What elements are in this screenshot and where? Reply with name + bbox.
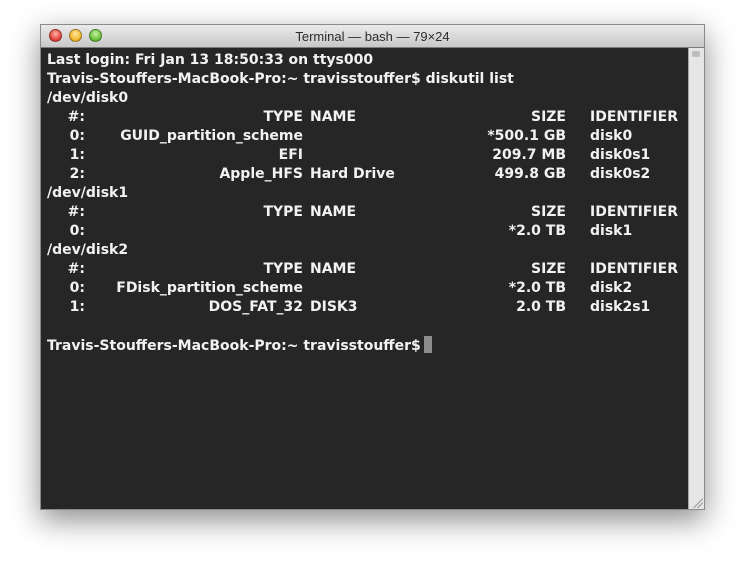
partition-row: 0: FDisk_partition_scheme *2.0 TB disk2 [47,279,677,298]
text-cursor [423,336,432,353]
partition-identifier: disk2s1 [590,299,651,315]
command-prompt-line: Travis-Stouffers-MacBook-Pro:~ travissto… [47,71,514,87]
partition-size: *2.0 TB [508,280,566,296]
device-line: /dev/disk2 [47,242,129,258]
table-header-row: #: TYPE NAME SIZE IDENTIFIER [47,108,678,127]
terminal-output[interactable]: Last login: Fri Jan 13 18:50:33 on ttys0… [41,48,688,509]
table-header-row: #: TYPE NAME SIZE IDENTIFIER [47,203,678,222]
partition-identifier: disk0s2 [590,166,651,182]
partition-size: 499.8 GB [494,166,566,182]
resize-grip-icon[interactable] [691,496,703,508]
header-identifier: IDENTIFIER [590,109,678,125]
last-login-line: Last login: Fri Jan 13 18:50:33 on ttys0… [47,52,374,68]
partition-size: *500.1 GB [487,128,566,144]
partition-identifier: disk0 [590,128,633,144]
header-size: SIZE [530,109,566,125]
partition-identifier: disk0s1 [590,147,651,163]
table-header-row: #: TYPE NAME SIZE IDENTIFIER [47,260,678,279]
title-bar[interactable]: Terminal — bash — 79×24 [41,25,704,48]
terminal-window: Terminal — bash — 79×24 Last login: Fri … [40,24,705,510]
partition-row: 1: EFI 209.7 MB disk0s1 [47,146,677,165]
partition-row: 1: DOS_FAT_32 DISK3 2.0 TB disk2s1 [47,298,677,317]
header-size: SIZE [530,261,566,277]
prompt-text: Travis-Stouffers-MacBook-Pro:~ travissto… [47,338,421,354]
partition-size: *2.0 TB [508,223,566,239]
final-prompt-line: Travis-Stouffers-MacBook-Pro:~ travissto… [47,336,432,355]
partition-identifier: disk1 [590,223,633,239]
header-identifier: IDENTIFIER [590,261,678,277]
header-identifier: IDENTIFIER [590,204,678,220]
scrollbar-thumb[interactable] [692,51,700,57]
partition-size: 2.0 TB [516,299,566,315]
window-title: Terminal — bash — 79×24 [295,29,450,44]
partition-size: 209.7 MB [492,147,566,163]
device-line: /dev/disk1 [47,185,129,201]
partition-row: 0: GUID_partition_scheme *500.1 GB disk0 [47,127,677,146]
device-line: /dev/disk0 [47,90,129,106]
partition-identifier: disk2 [590,280,633,296]
vertical-scrollbar[interactable] [688,48,704,509]
header-size: SIZE [530,204,566,220]
partition-row: 2: Apple_HFS Hard Drive 499.8 GB disk0s2 [47,165,677,184]
partition-row: 0: *2.0 TB disk1 [47,222,677,241]
